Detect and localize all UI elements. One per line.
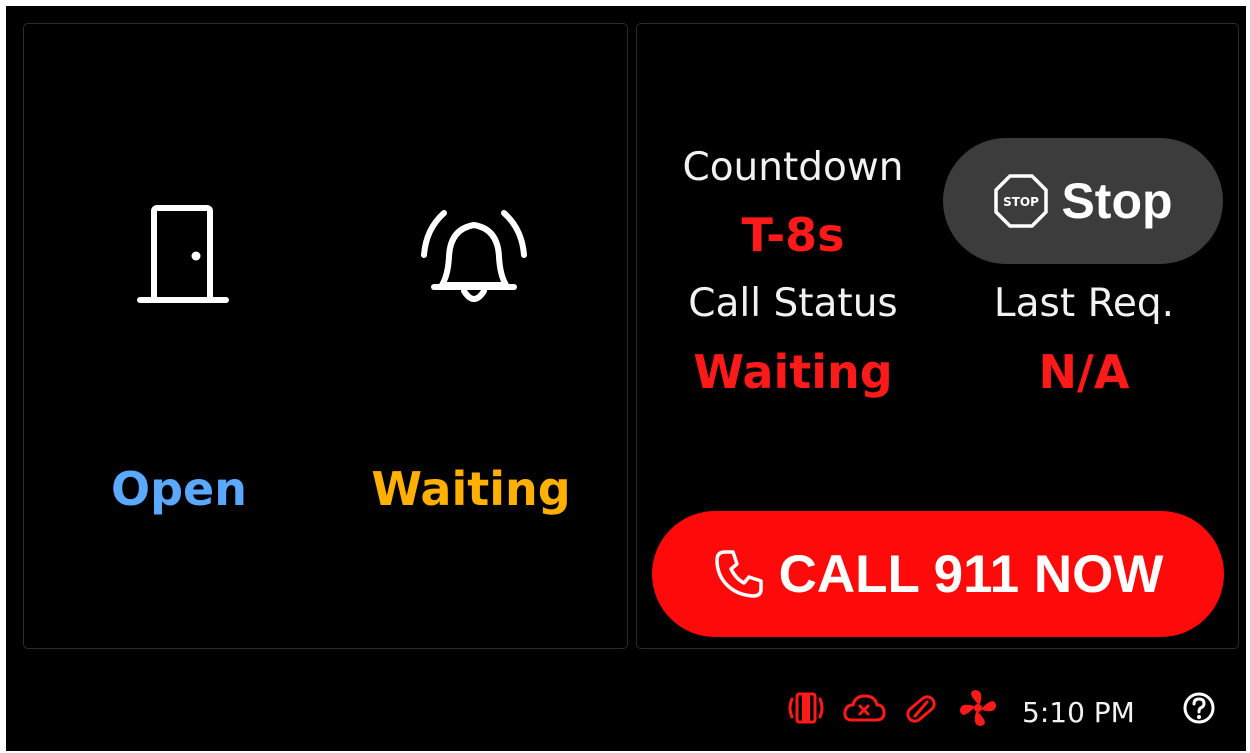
stop-sign-icon: STOP bbox=[994, 174, 1049, 228]
stop-button[interactable]: STOP Stop bbox=[943, 138, 1223, 264]
call-status-value: Waiting bbox=[693, 345, 893, 399]
bell-ringing-icon bbox=[421, 210, 527, 302]
status-bar: 5:10 PM bbox=[6, 666, 1246, 751]
phone-icon bbox=[714, 550, 763, 598]
last-request-value: N/A bbox=[1038, 345, 1130, 399]
call-status-caption: Call Status bbox=[688, 281, 898, 326]
countdown-caption: Countdown bbox=[682, 145, 904, 190]
clock-time: 5:10 PM bbox=[1022, 696, 1135, 729]
stop-sign-text: STOP bbox=[1004, 195, 1040, 209]
stop-button-label: Stop bbox=[1061, 173, 1173, 229]
fan-icon[interactable] bbox=[958, 688, 998, 728]
link-broken-icon[interactable] bbox=[902, 691, 940, 727]
door-icon bbox=[137, 205, 229, 303]
sensor-status-panel: Open Waiting bbox=[23, 23, 628, 649]
help-icon[interactable] bbox=[1182, 691, 1216, 725]
emergency-call-panel: Countdown T-8s STOP Stop Call Status Wai… bbox=[636, 23, 1239, 649]
call-911-label: CALL 911 NOW bbox=[778, 544, 1164, 604]
screen: Open Waiting Countdown T-8s STOP Stop Ca… bbox=[6, 6, 1246, 751]
countdown-value: T-8s bbox=[741, 208, 845, 262]
call-911-button[interactable]: CALL 911 NOW bbox=[652, 511, 1224, 637]
door-status-label: Open bbox=[111, 462, 247, 516]
last-request-caption: Last Req. bbox=[993, 281, 1175, 326]
alarm-status-label: Waiting bbox=[371, 462, 571, 516]
cloud-error-icon[interactable] bbox=[842, 691, 886, 725]
door-sensor-icon[interactable] bbox=[786, 691, 826, 725]
